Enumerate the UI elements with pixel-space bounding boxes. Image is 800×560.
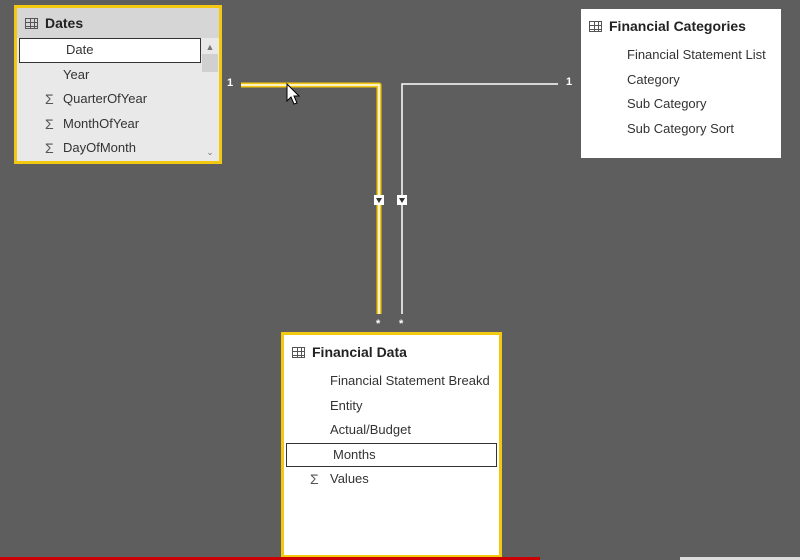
relationship-line-dates[interactable] — [241, 82, 382, 314]
table-icon — [589, 20, 602, 32]
relationship-line-categories[interactable] — [401, 83, 558, 314]
field-item[interactable]: Sub Category — [581, 92, 781, 117]
chevron-down-icon[interactable]: ⌄ — [201, 145, 219, 159]
table-header[interactable]: Financial Data — [284, 335, 499, 369]
field-item[interactable]: Σ DayOfMonth — [17, 136, 201, 161]
sigma-icon: Σ — [45, 115, 54, 132]
field-item[interactable]: Year — [17, 63, 201, 88]
sigma-icon: Σ — [45, 140, 54, 156]
financial-categories-table-card[interactable]: Financial Categories Financial Statement… — [581, 9, 781, 158]
field-label: Category — [627, 71, 680, 87]
field-item[interactable]: Category — [581, 68, 781, 93]
cardinality-one-label: 1 — [566, 76, 573, 88]
field-label: DayOfMonth — [63, 140, 136, 155]
field-list: Date Year Σ QuarterOfYear Σ MonthOfYear … — [17, 38, 219, 161]
field-list: Financial Statement List Category Sub Ca… — [581, 43, 781, 141]
cardinality-many-label: * — [399, 318, 404, 330]
table-title: Dates — [45, 15, 84, 31]
table-icon — [292, 346, 305, 358]
field-label: Values — [330, 471, 369, 486]
table-title: Financial Data — [312, 344, 407, 360]
field-label: Actual/Budget — [330, 422, 411, 437]
table-title: Financial Categories — [609, 18, 746, 34]
field-item[interactable]: Actual/Budget — [284, 418, 499, 443]
filter-direction-arrow-icon — [374, 195, 384, 205]
field-item[interactable]: Σ Values — [284, 467, 499, 492]
cardinality-many-label: * — [376, 318, 381, 330]
dates-table-card[interactable]: Dates Date Year Σ QuarterOfYear Σ MonthO… — [14, 5, 222, 164]
table-header[interactable]: Financial Categories — [581, 9, 781, 43]
field-item[interactable]: Months — [286, 442, 497, 467]
field-item[interactable]: Sub Category Sort — [581, 117, 781, 142]
vertical-scrollbar[interactable]: ▲ ⌄ — [201, 38, 219, 161]
filter-direction-arrow-icon — [397, 195, 407, 205]
scroll-thumb[interactable] — [202, 54, 218, 72]
field-label: MonthOfYear — [63, 115, 140, 131]
field-label: Months — [333, 446, 376, 462]
field-label: Year — [63, 66, 90, 82]
field-label: Sub Category — [627, 96, 707, 111]
field-item[interactable]: Entity — [284, 394, 499, 419]
field-item[interactable]: Financial Statement List — [581, 43, 781, 68]
field-list: Financial Statement Breakd Entity Actual… — [284, 369, 499, 492]
cardinality-one-label: 1 — [227, 77, 234, 89]
field-item[interactable]: Σ QuarterOfYear — [17, 87, 201, 112]
model-canvas[interactable]: 1 1 * * Dates Date Year Σ QuarterOfYear … — [0, 0, 800, 560]
field-item[interactable]: Financial Statement Breakd — [284, 369, 499, 394]
field-label: Financial Statement Breakd — [330, 373, 490, 388]
field-item[interactable]: Date — [19, 38, 201, 63]
financial-data-table-card[interactable]: Financial Data Financial Statement Break… — [281, 332, 502, 558]
sigma-icon: Σ — [45, 91, 54, 107]
field-label: Sub Category Sort — [627, 120, 734, 136]
field-label: Financial Statement List — [627, 47, 766, 62]
table-icon — [25, 17, 38, 29]
chevron-up-icon[interactable]: ▲ — [201, 40, 219, 54]
field-label: Entity — [330, 397, 363, 413]
table-header[interactable]: Dates — [17, 8, 219, 38]
field-label: Date — [66, 42, 94, 57]
field-label: QuarterOfYear — [63, 91, 148, 106]
field-item[interactable]: Σ MonthOfYear — [17, 112, 201, 137]
sigma-icon: Σ — [310, 471, 319, 487]
